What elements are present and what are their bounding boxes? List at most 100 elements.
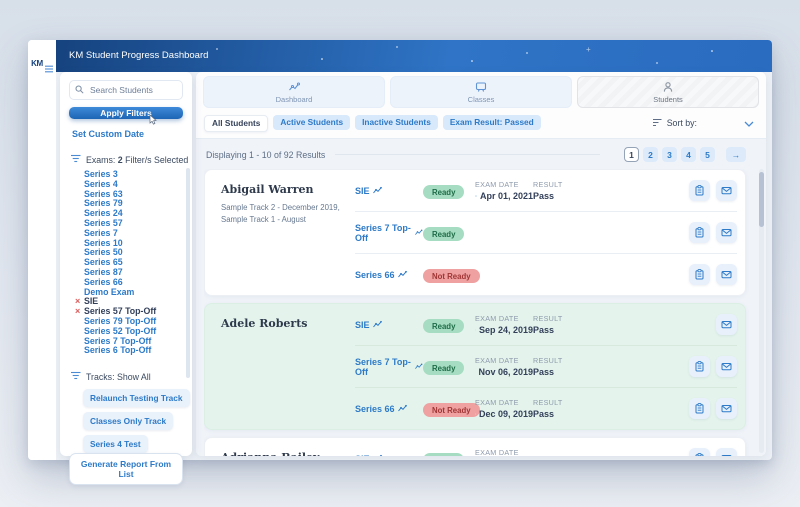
- tab-classes-label: Classes: [468, 95, 495, 104]
- tab-dashboard[interactable]: Dashboard: [203, 76, 385, 108]
- sidebar-scrollbar[interactable]: [186, 168, 190, 378]
- report-button[interactable]: [689, 448, 710, 456]
- email-button[interactable]: [716, 180, 737, 201]
- calendar-icon: [475, 326, 476, 334]
- student-info: Abigail Warren Sample Track 2 - December…: [221, 170, 355, 295]
- status-cell: Ready: [423, 316, 475, 334]
- row-actions: [689, 180, 737, 201]
- status-cell: Not Ready: [423, 266, 475, 284]
- sidebar-exam-filter-label: SIE: [84, 296, 98, 306]
- sidebar-exam-filter[interactable]: Demo Exam: [84, 288, 183, 298]
- trend-icon: [398, 270, 407, 279]
- sparkle-decoration: [656, 62, 658, 64]
- email-button[interactable]: [716, 448, 737, 456]
- filter-chips-row: All Students Active Students Inactive Stud…: [196, 113, 766, 138]
- filter-chip[interactable]: Exam Result: Passed: [443, 115, 541, 130]
- report-button[interactable]: [689, 356, 710, 377]
- report-icon: [694, 269, 705, 280]
- pagination: 12345: [624, 147, 715, 162]
- sort-by-control[interactable]: Sort by:: [653, 118, 697, 129]
- report-button[interactable]: [689, 398, 710, 419]
- email-button[interactable]: [716, 398, 737, 419]
- filter-chip[interactable]: All Students: [204, 115, 268, 132]
- exam-rows: SIE Ready EXAM DATE Sep 24, 2019 RESULT …: [355, 304, 745, 429]
- pagination-page-button[interactable]: 5: [700, 147, 715, 162]
- exam-date-label: EXAM DATE: [475, 398, 533, 407]
- report-icon: [694, 361, 705, 372]
- trend-icon: [415, 362, 423, 371]
- email-button[interactable]: [716, 222, 737, 243]
- email-button[interactable]: [716, 314, 737, 335]
- sidebar-exam-filter-label: Series 65: [84, 257, 123, 267]
- trend-icon: [373, 454, 382, 456]
- exam-link[interactable]: Series 66: [355, 270, 423, 280]
- filter-chip[interactable]: Inactive Students: [355, 115, 438, 130]
- pagination-next-button[interactable]: →: [726, 147, 746, 162]
- hamburger-menu-icon[interactable]: [45, 60, 53, 78]
- status-cell: Ready: [423, 182, 475, 200]
- exams-filter-header: Exams: 2 Filter/s Selected: [69, 154, 183, 165]
- track-filter-button[interactable]: Classes Only Track: [83, 412, 173, 430]
- exam-link[interactable]: SIE: [355, 186, 423, 196]
- filter-chip[interactable]: Active Students: [273, 115, 350, 130]
- search-box[interactable]: [69, 80, 183, 100]
- status-badge: Not Ready: [423, 403, 480, 417]
- track-filter-list: Relaunch Testing TrackClasses Only Track…: [83, 389, 183, 453]
- tab-classes[interactable]: Classes: [390, 76, 572, 108]
- pagination-page-button[interactable]: 1: [624, 147, 639, 162]
- track-filter-button[interactable]: Relaunch Testing Track: [83, 389, 190, 407]
- tab-students[interactable]: Students: [577, 76, 759, 108]
- chevron-down-icon[interactable]: [744, 114, 754, 132]
- list-scrollbar[interactable]: [759, 169, 764, 453]
- status-cell: Ready: [423, 224, 475, 242]
- sidebar-exam-filter-label: Series 4: [84, 179, 118, 189]
- km-logo: KM: [31, 60, 43, 68]
- sort-icon: [653, 118, 662, 129]
- result-value: Pass: [533, 191, 689, 201]
- apply-filters-button[interactable]: Apply Filters: [69, 107, 183, 119]
- pagination-page-button[interactable]: 4: [681, 147, 696, 162]
- report-button[interactable]: [689, 264, 710, 285]
- exam-row: SIE Ready EXAM DATE May 08, 2021: [355, 438, 737, 456]
- set-custom-date-link[interactable]: Set Custom Date: [69, 129, 183, 139]
- status-badge: Ready: [423, 227, 464, 241]
- pagination-page-button[interactable]: 3: [662, 147, 677, 162]
- line-chart-icon: [288, 81, 300, 93]
- sidebar-exam-filter-label: Series 24: [84, 208, 123, 218]
- exam-name-label: Series 66: [355, 270, 395, 280]
- result-cell: RESULT Pass: [533, 180, 689, 201]
- student-tracks: Sample Track 2 - December 2019, Sample T…: [221, 202, 349, 226]
- exam-rows: SIE Ready EXAM DATE May 08, 2021: [355, 438, 745, 456]
- exam-row: SIE Ready EXAM DATE Sep 24, 2019 RESULT …: [355, 304, 737, 345]
- result-cell: RESULT Pass: [533, 398, 689, 419]
- exam-link[interactable]: SIE: [355, 454, 423, 457]
- filter-icon: [71, 371, 81, 382]
- remove-filter-icon[interactable]: ×: [75, 307, 80, 317]
- exam-link[interactable]: SIE: [355, 320, 423, 330]
- exam-link[interactable]: Series 66: [355, 404, 423, 414]
- generate-report-button[interactable]: Generate Report From List: [69, 453, 183, 485]
- status-badge: Not Ready: [423, 269, 480, 283]
- exam-link[interactable]: Series 7 Top-Off: [355, 357, 423, 377]
- exam-name-label: SIE: [355, 186, 370, 196]
- tab-bar: Dashboard Classes Students: [196, 72, 766, 113]
- sidebar-exam-filter-label: Series 52 Top-Off: [84, 326, 156, 336]
- apply-filters-label: Apply Filters: [100, 108, 151, 118]
- app-window: KM KM Student Progress Dashboard +: [28, 40, 772, 460]
- report-button[interactable]: [689, 180, 710, 201]
- email-button[interactable]: [716, 264, 737, 285]
- exam-date-label: EXAM DATE: [475, 356, 533, 365]
- exam-link[interactable]: Series 7 Top-Off: [355, 223, 423, 243]
- scrollbar-thumb[interactable]: [759, 172, 764, 227]
- search-input[interactable]: [88, 84, 177, 96]
- mail-icon: [721, 185, 732, 196]
- classes-board-icon: [475, 81, 487, 93]
- pagination-page-button[interactable]: 2: [643, 147, 658, 162]
- desktop-background: KM KM Student Progress Dashboard +: [0, 0, 800, 507]
- exam-row: Series 66 Not Ready EXAM DATE Dec 09, 20…: [355, 388, 737, 429]
- track-filter-button[interactable]: Series 4 Test: [83, 435, 148, 453]
- report-button[interactable]: [689, 222, 710, 243]
- cursor-pointer-icon: [149, 115, 157, 127]
- sidebar-exam-filter[interactable]: Series 6 Top-Off: [84, 346, 183, 356]
- email-button[interactable]: [716, 356, 737, 377]
